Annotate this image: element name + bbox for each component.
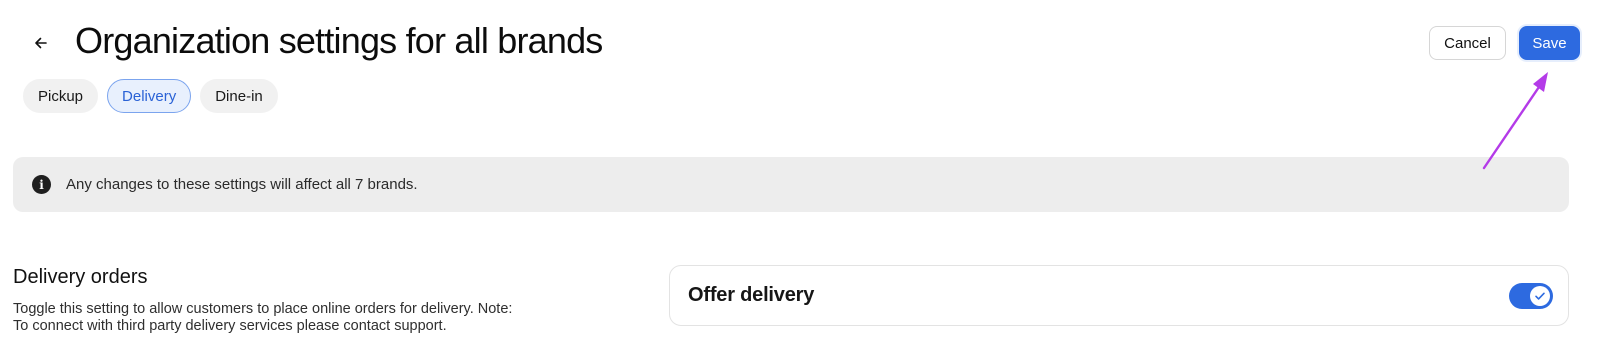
info-banner: i Any changes to these settings will aff…: [13, 157, 1569, 212]
offer-delivery-label: Offer delivery: [688, 284, 815, 306]
back-button[interactable]: [28, 30, 54, 56]
offer-delivery-toggle[interactable]: [1509, 283, 1553, 309]
tab-delivery[interactable]: Delivery: [107, 79, 192, 113]
section-title: Delivery orders: [13, 266, 148, 288]
section-description: Toggle this setting to allow customers t…: [13, 301, 513, 334]
cancel-button[interactable]: Cancel: [1429, 26, 1506, 60]
arrow-left-icon: [35, 37, 47, 49]
tab-pickup[interactable]: Pickup: [23, 79, 99, 113]
tab-dine-in[interactable]: Dine-in: [200, 79, 278, 113]
checkmark-icon: [1535, 292, 1545, 300]
offer-delivery-card: Offer delivery: [669, 265, 1569, 326]
banner-text: Any changes to these settings will affec…: [66, 176, 418, 193]
order-type-tabs: Pickup Delivery Dine-in: [23, 79, 278, 113]
page-title: Organization settings for all brands: [75, 20, 603, 61]
settings-page: Organization settings for all brands Can…: [0, 0, 1600, 358]
toggle-knob: [1530, 286, 1550, 306]
save-button[interactable]: Save: [1519, 26, 1580, 60]
info-icon: i: [32, 175, 51, 194]
